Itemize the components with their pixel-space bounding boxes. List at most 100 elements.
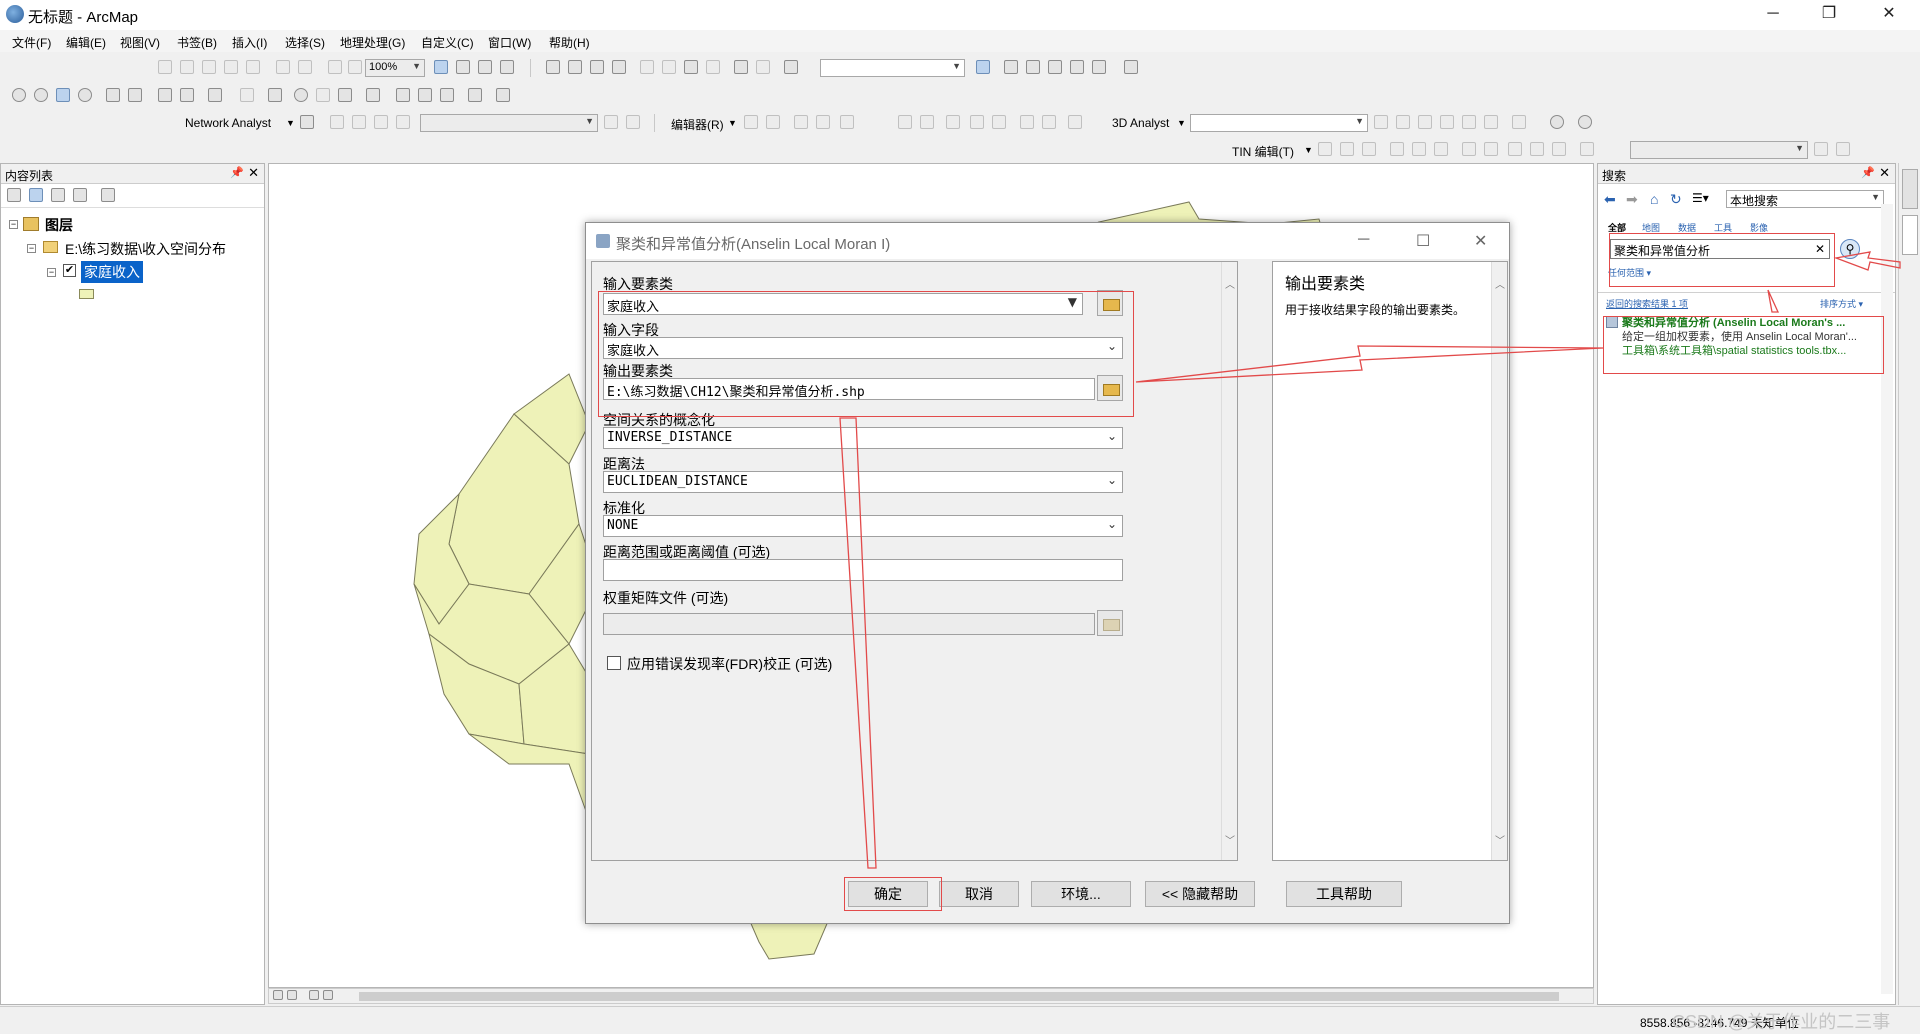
- find-binoculars-icon[interactable]: [396, 88, 410, 102]
- tin-tool-icon[interactable]: [1462, 142, 1476, 156]
- tin-tool-icon[interactable]: [1814, 142, 1828, 156]
- goto-xy-icon[interactable]: [440, 88, 454, 102]
- tool-icon[interactable]: [456, 60, 470, 74]
- html-popup-icon[interactable]: [338, 88, 352, 102]
- close-icon[interactable]: ✕: [1879, 165, 1890, 181]
- weights-matrix-input[interactable]: [603, 613, 1095, 635]
- forward-arrow-icon[interactable]: [180, 88, 194, 102]
- editor-toolbar-icon[interactable]: [976, 60, 990, 74]
- tool-icon[interactable]: [246, 60, 260, 74]
- menu-customize[interactable]: 自定义(C): [421, 34, 474, 51]
- 3d-analyst-menu[interactable]: 3D Analyst: [1112, 116, 1169, 130]
- editor-menu[interactable]: 编辑器(R): [671, 116, 724, 133]
- options-icon[interactable]: [101, 188, 115, 202]
- network-analyst-menu[interactable]: Network Analyst: [185, 116, 271, 130]
- measure-icon[interactable]: [366, 88, 380, 102]
- catalog-tab[interactable]: [1902, 169, 1918, 209]
- tool-icon[interactable]: [478, 60, 492, 74]
- forward-arrow-icon[interactable]: ➡: [1626, 191, 1638, 208]
- list-by-source-icon[interactable]: [29, 188, 43, 202]
- collapse-icon[interactable]: −: [47, 268, 56, 277]
- edit-tool-icon[interactable]: [766, 115, 780, 129]
- spatial-relationship-select[interactable]: INVERSE_DISTANCE ⌄: [603, 427, 1123, 449]
- network-layer-combo[interactable]: ▼: [420, 114, 598, 132]
- edit-tool-icon[interactable]: [1068, 115, 1082, 129]
- back-arrow-icon[interactable]: [158, 88, 172, 102]
- tin-tool-icon[interactable]: [1484, 142, 1498, 156]
- environments-button[interactable]: 环境...: [1031, 881, 1131, 907]
- back-arrow-icon[interactable]: ⬅: [1604, 191, 1616, 208]
- arctoolbox-icon[interactable]: [1070, 60, 1084, 74]
- tin-layer-combo[interactable]: ▼: [1630, 141, 1808, 159]
- tin-tool-icon[interactable]: [1552, 142, 1566, 156]
- menu-edit[interactable]: 编辑(E): [66, 34, 106, 51]
- tool-icon[interactable]: [328, 60, 342, 74]
- undo-icon[interactable]: [734, 60, 748, 74]
- close-icon[interactable]: ✕: [248, 165, 259, 181]
- tool-icon[interactable]: [1048, 60, 1062, 74]
- distance-method-select[interactable]: EUCLIDEAN_DISTANCE ⌄: [603, 471, 1123, 493]
- menu-windows[interactable]: 窗口(W): [488, 34, 531, 51]
- edit-tool-icon[interactable]: [946, 115, 960, 129]
- tool-icon[interactable]: [180, 60, 194, 74]
- symbol-swatch[interactable]: [79, 289, 94, 299]
- dialog-close-button[interactable]: ✕: [1474, 231, 1487, 251]
- copy-icon[interactable]: [662, 60, 676, 74]
- layout-view-icon[interactable]: [287, 990, 297, 1000]
- tool-icon[interactable]: [224, 60, 238, 74]
- open-folder-icon[interactable]: [568, 60, 582, 74]
- fixed-zoom-out-icon[interactable]: [128, 88, 142, 102]
- 3d-tool-icon[interactable]: [1396, 115, 1410, 129]
- network-tool-icon[interactable]: [330, 115, 344, 129]
- model-builder-icon[interactable]: [1124, 60, 1138, 74]
- hyperlink-icon[interactable]: [316, 88, 330, 102]
- edit-tool-icon[interactable]: [992, 115, 1006, 129]
- delete-icon[interactable]: [706, 60, 720, 74]
- tin-tool-icon[interactable]: [1390, 142, 1404, 156]
- refresh-icon[interactable]: [309, 990, 319, 1000]
- tool-icon[interactable]: [276, 60, 290, 74]
- select-elements-arrow-icon[interactable]: [268, 88, 282, 102]
- select-features-icon[interactable]: [208, 88, 222, 102]
- distance-threshold-input[interactable]: [603, 559, 1123, 581]
- redo-icon[interactable]: [756, 60, 770, 74]
- tin-tool-icon[interactable]: [1340, 142, 1354, 156]
- new-document-icon[interactable]: [546, 60, 560, 74]
- help-scrollbar[interactable]: ︿ ﹀: [1491, 262, 1507, 860]
- scroll-up-icon[interactable]: ︿: [1225, 276, 1235, 291]
- network-tool-icon[interactable]: [604, 115, 618, 129]
- search-button-magnifier-icon[interactable]: ⚲: [1840, 239, 1860, 259]
- layout-view-icon[interactable]: [434, 60, 448, 74]
- zoom-in-icon[interactable]: [12, 88, 26, 102]
- identify-icon[interactable]: [294, 88, 308, 102]
- dialog-minimize-button[interactable]: ─: [1358, 231, 1369, 249]
- dataframe-label[interactable]: E:\练习数据\收入空间分布: [65, 239, 226, 259]
- menu-selection[interactable]: 选择(S): [285, 34, 325, 51]
- scroll-down-icon[interactable]: ﹀: [1225, 832, 1235, 847]
- browse-weights-folder-icon[interactable]: [1097, 610, 1123, 636]
- dialog-maximize-button[interactable]: ☐: [1416, 231, 1430, 251]
- pin-icon[interactable]: 📌: [230, 166, 244, 179]
- edit-tool-icon[interactable]: [816, 115, 830, 129]
- tool-icon[interactable]: [1026, 60, 1040, 74]
- refresh-icon[interactable]: ↻: [1670, 191, 1682, 208]
- tool-icon[interactable]: [1004, 60, 1018, 74]
- time-slider-icon[interactable]: [468, 88, 482, 102]
- paste-icon[interactable]: [684, 60, 698, 74]
- tin-editor-menu[interactable]: TIN 编辑(T): [1232, 143, 1294, 160]
- list-by-visibility-icon[interactable]: [51, 188, 65, 202]
- network-tool-icon[interactable]: [352, 115, 366, 129]
- 3d-layer-combo[interactable]: ▼: [1190, 114, 1368, 132]
- standardization-select[interactable]: NONE ⌄: [603, 515, 1123, 537]
- layer-label[interactable]: 家庭收入: [81, 261, 143, 283]
- menu-file[interactable]: 文件(F): [12, 34, 51, 51]
- pan-hand-icon[interactable]: [56, 88, 70, 102]
- scroll-down-icon[interactable]: ﹀: [1495, 832, 1505, 847]
- result-count[interactable]: 返回的搜索结果 1 项: [1606, 297, 1688, 310]
- 3d-tool-icon[interactable]: [1418, 115, 1432, 129]
- collapse-icon[interactable]: −: [9, 220, 18, 229]
- 3d-tool-icon[interactable]: [1374, 115, 1388, 129]
- 3d-tool-icon[interactable]: [1462, 115, 1476, 129]
- tin-tool-icon[interactable]: [1508, 142, 1522, 156]
- minimize-button[interactable]: ─: [1750, 0, 1796, 30]
